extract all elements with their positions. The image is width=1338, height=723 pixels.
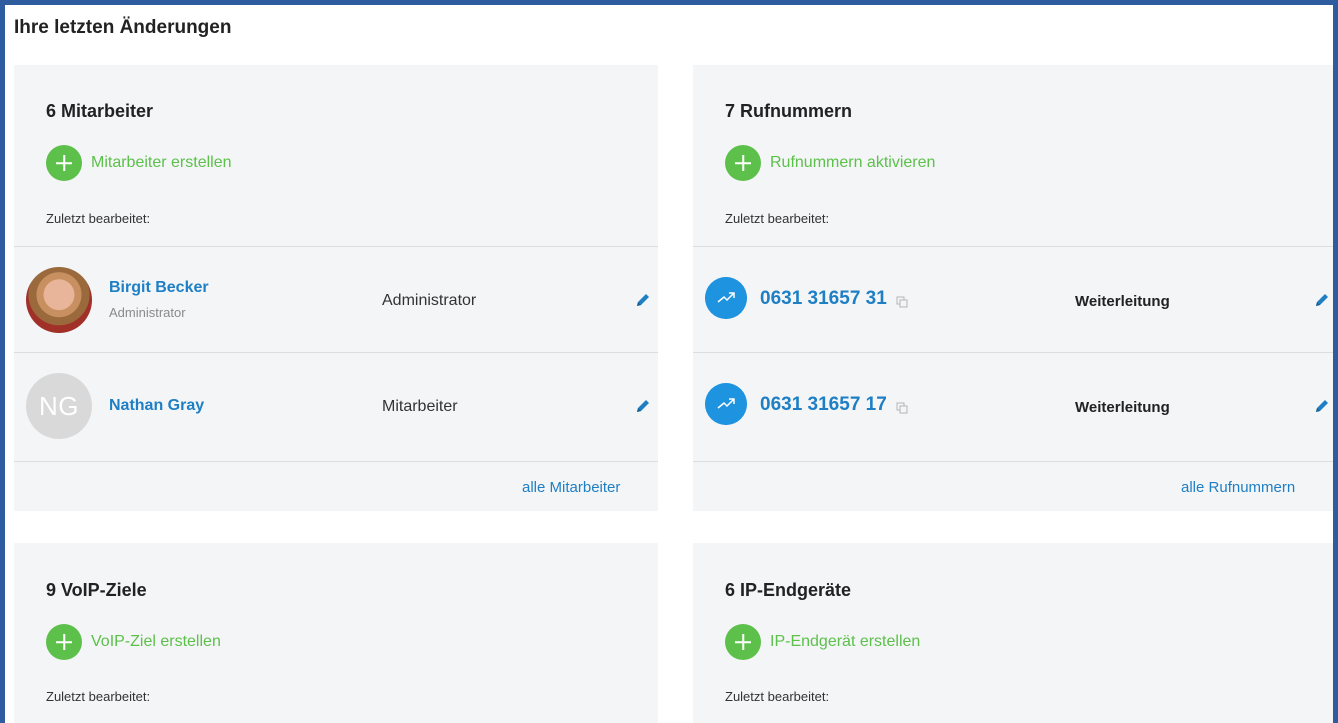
mitarbeiter-card-title: 6 Mitarbeiter — [46, 101, 154, 121]
divider — [693, 461, 1333, 462]
copy-icon[interactable] — [896, 402, 908, 414]
plus-circle-icon — [46, 624, 82, 660]
endgeraete-last-edited-label: Zuletzt bearbeitet: — [725, 689, 830, 704]
voip-last-edited-label: Zuletzt bearbeitet: — [46, 689, 151, 704]
all-employees-link[interactable]: alle Mitarbeiter — [522, 479, 620, 496]
mitarbeiter-last-edited-label: Zuletzt bearbeitet: — [46, 211, 151, 226]
list-item[interactable]: NG Nathan Gray Mitarbeiter — [14, 353, 658, 458]
endgeraete-card-title: 6 IP-Endgeräte — [725, 580, 852, 600]
all-numbers-link[interactable]: alle Rufnummern — [1181, 479, 1295, 496]
employee-role: Mitarbeiter — [382, 398, 458, 415]
list-item[interactable]: Birgit Becker Administrator Administrato… — [14, 247, 658, 352]
copy-icon[interactable] — [896, 296, 908, 308]
pencil-icon[interactable] — [1313, 397, 1331, 415]
endgeraete-create-label: IP-Endgerät erstellen — [770, 633, 921, 650]
employee-name-link[interactable]: Nathan Gray — [109, 397, 204, 415]
list-item[interactable]: 0631 31657 17 Weiterleitung — [693, 353, 1333, 458]
pencil-icon[interactable] — [634, 397, 652, 415]
plus-circle-icon — [46, 145, 82, 181]
pencil-icon[interactable] — [634, 291, 652, 309]
rufnummern-card: 7 Rufnummern Rufnummern aktivieren Zulet… — [693, 65, 1333, 511]
phone-number-link[interactable]: 0631 31657 17 — [760, 394, 887, 416]
outgoing-arrow-icon — [705, 277, 747, 319]
rufnummern-activate-button[interactable]: Rufnummern aktivieren — [725, 145, 935, 181]
mitarbeiter-card: 6 Mitarbeiter Mitarbeiter erstellen Zule… — [14, 65, 658, 511]
plus-circle-icon — [725, 145, 761, 181]
dashboard-frame: Ihre letzten Änderungen 6 Mitarbeiter Mi… — [5, 5, 1333, 723]
pencil-icon[interactable] — [1313, 291, 1331, 309]
rufnummern-activate-label: Rufnummern aktivieren — [770, 154, 936, 171]
voip-card-title: 9 VoIP-Ziele — [46, 580, 147, 600]
avatar: NG — [26, 373, 92, 439]
rufnummern-last-edited-label: Zuletzt bearbeitet: — [725, 211, 830, 226]
list-item[interactable]: 0631 31657 31 Weiterleitung — [693, 247, 1333, 352]
phone-number-link[interactable]: 0631 31657 31 — [760, 288, 887, 310]
employee-subtitle: Administrator — [109, 305, 186, 320]
plus-circle-icon — [725, 624, 761, 660]
avatar — [26, 267, 92, 333]
divider — [14, 461, 658, 462]
routing-type: Weiterleitung — [1075, 399, 1170, 416]
endgeraete-card: 6 IP-Endgeräte IP-Endgerät erstellen Zul… — [693, 543, 1333, 723]
rufnummern-card-title: 7 Rufnummern — [725, 101, 853, 121]
employee-role: Administrator — [382, 292, 477, 309]
outgoing-arrow-icon — [705, 383, 747, 425]
voip-create-label: VoIP-Ziel erstellen — [91, 633, 221, 650]
voip-create-button[interactable]: VoIP-Ziel erstellen — [46, 624, 221, 660]
endgeraete-create-button[interactable]: IP-Endgerät erstellen — [725, 624, 920, 660]
employee-name-link[interactable]: Birgit Becker — [109, 279, 209, 297]
page-title: Ihre letzten Änderungen — [14, 17, 232, 38]
mitarbeiter-create-label: Mitarbeiter erstellen — [91, 154, 232, 171]
routing-type: Weiterleitung — [1075, 293, 1170, 310]
mitarbeiter-create-button[interactable]: Mitarbeiter erstellen — [46, 145, 232, 181]
voip-card: 9 VoIP-Ziele VoIP-Ziel erstellen Zuletzt… — [14, 543, 658, 723]
